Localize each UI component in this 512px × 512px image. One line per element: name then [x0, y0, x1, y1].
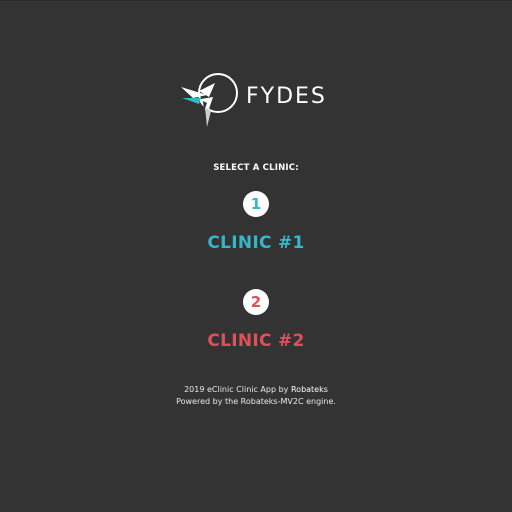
select-clinic-label: SELECT A CLINIC: — [213, 163, 299, 173]
fydes-logo-mark-icon — [181, 73, 238, 127]
footer-credit-line: 2019 eClinic Clinic App by Robateks — [0, 384, 512, 396]
brand-name: FYDES — [246, 84, 327, 109]
footer-credit-text: 2019 eClinic Clinic App by — [184, 385, 289, 394]
clinic-1-title[interactable]: CLINIC #1 — [0, 233, 512, 253]
fydes-logo: FYDES — [179, 71, 329, 131]
footer-robateks-link[interactable]: Robateks — [291, 385, 328, 394]
clinic-selection-page: FYDES SELECT A CLINIC: 1 CLINIC #1 2 CLI… — [0, 0, 512, 512]
footer-powered-by: Powered by the Robateks-MV2C engine. — [176, 397, 336, 406]
footer: 2019 eClinic Clinic App by Robateks Powe… — [0, 384, 512, 408]
clinic-1-option[interactable]: 1 CLINIC #1 — [0, 191, 512, 253]
clinic-1-number-badge[interactable]: 1 — [243, 191, 269, 217]
clinic-2-option[interactable]: 2 CLINIC #2 — [0, 289, 512, 351]
clinic-2-number-badge[interactable]: 2 — [243, 289, 269, 315]
clinic-2-title[interactable]: CLINIC #2 — [0, 331, 512, 351]
